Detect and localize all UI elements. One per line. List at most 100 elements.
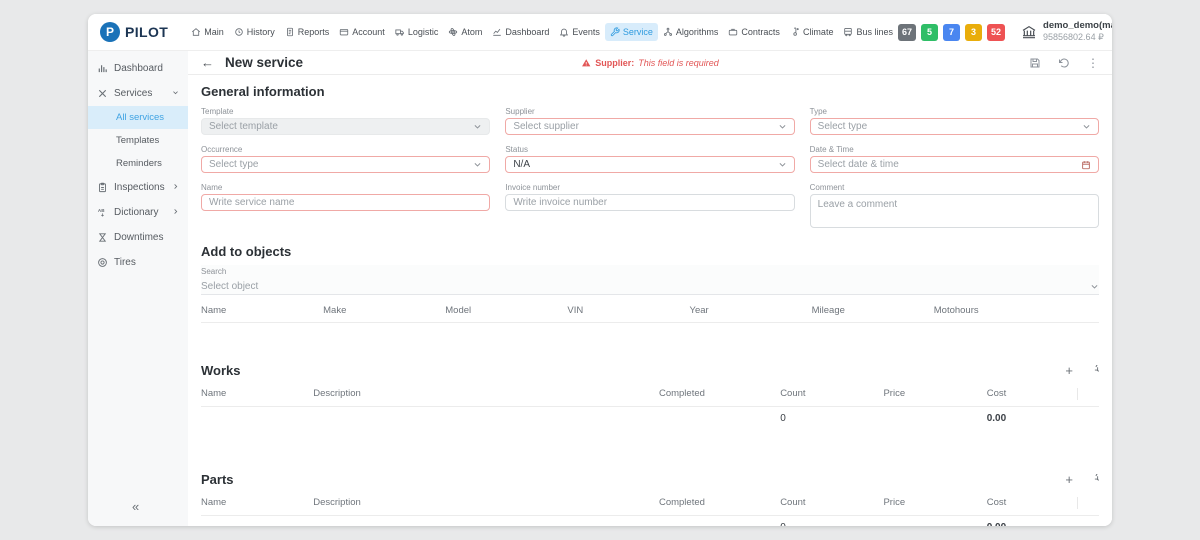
nav-item-account[interactable]: Account: [334, 23, 390, 41]
save-icon[interactable]: [1029, 57, 1041, 69]
add-work-button[interactable]: +: [1065, 364, 1073, 377]
placeholder: Select type: [209, 159, 258, 170]
nav-item-logistic[interactable]: Logistic: [390, 23, 444, 41]
chart-icon: [492, 27, 502, 37]
objects-table-header: Name Make Model VIN Year Mileage Motohou…: [201, 299, 1099, 323]
nav-label: Service: [623, 27, 653, 37]
badge-blue[interactable]: 7: [943, 24, 960, 41]
user-menu[interactable]: demo_demo(master) 95856802.64 ₽: [1021, 20, 1112, 43]
dictionary-icon: AB: [97, 207, 108, 218]
sidebar-item-reminders[interactable]: Reminders: [88, 152, 188, 175]
user-info: demo_demo(master) 95856802.64 ₽: [1043, 20, 1112, 43]
datetime-picker[interactable]: Select date & time: [810, 156, 1099, 173]
nav-item-history[interactable]: History: [229, 23, 280, 41]
works-table-header: Name Description Completed Count Price C…: [201, 382, 1099, 407]
user-name: demo_demo(master): [1043, 20, 1112, 32]
error-field-name: Supplier:: [595, 58, 634, 68]
nav-item-atom[interactable]: Atom: [443, 23, 487, 41]
nav-label: Reports: [298, 27, 330, 37]
chevron-down-icon: [1082, 122, 1091, 131]
field-label: Type: [810, 107, 1099, 116]
nav-item-bus-lines[interactable]: Bus lines: [838, 23, 898, 41]
nav-item-algorithms[interactable]: Algorithms: [658, 23, 724, 41]
field-occurrence: Occurrence Select type: [201, 145, 490, 173]
nav-item-events[interactable]: Events: [554, 23, 605, 41]
top-navbar: P PILOT Main History Reports Account: [88, 14, 1112, 51]
sidebar-item-tires[interactable]: Tires: [88, 250, 188, 275]
sidebar-collapse-button[interactable]: «: [88, 491, 188, 526]
nav-item-contracts[interactable]: Contracts: [723, 23, 785, 41]
wrench-icon: [610, 27, 620, 37]
sidebar-item-services[interactable]: Services: [88, 81, 188, 106]
works-total-cost: 0.00: [987, 413, 1077, 424]
selected-value: N/A: [513, 159, 530, 170]
bar-chart-icon: [97, 63, 108, 74]
sidebar-label: Inspections: [114, 182, 165, 193]
chevron-down-icon: [778, 160, 787, 169]
badge-gray[interactable]: 67: [898, 24, 916, 41]
tire-icon: [97, 257, 108, 268]
nav-item-dashboard[interactable]: Dashboard: [487, 23, 554, 41]
field-type: Type Select type: [810, 107, 1099, 135]
field-label: Invoice number: [505, 183, 794, 192]
sidebar-item-dictionary[interactable]: AB Dictionary: [88, 200, 188, 225]
comment-textarea[interactable]: Leave a comment: [810, 194, 1099, 228]
type-select[interactable]: Select type: [810, 118, 1099, 135]
template-select[interactable]: Select template: [201, 118, 490, 135]
badge-yellow[interactable]: 3: [965, 24, 982, 41]
column-header: Name: [201, 388, 313, 400]
bell-icon: [559, 27, 569, 37]
sitemap-icon: [663, 27, 673, 37]
placeholder: Select template: [209, 121, 278, 132]
sidebar-item-downtimes[interactable]: Downtimes: [88, 225, 188, 250]
chevron-down-icon: [473, 160, 482, 169]
nav-label: Events: [572, 27, 600, 37]
nav-label: Climate: [803, 27, 834, 37]
pilot-logo-icon: P: [100, 22, 120, 42]
refresh-icon[interactable]: [1088, 365, 1099, 376]
page-header: ← New service Supplier: This field is re…: [188, 51, 1112, 75]
app-body: Dashboard Services All services Template…: [88, 51, 1112, 526]
status-select[interactable]: N/A: [505, 156, 794, 173]
general-form: Template Select template Supplier Select…: [201, 107, 1099, 228]
sidebar-spacer: [88, 275, 188, 491]
sidebar-item-templates[interactable]: Templates: [88, 129, 188, 152]
sidebar-item-inspections[interactable]: Inspections: [88, 175, 188, 200]
pilot-logo[interactable]: P PILOT: [100, 22, 168, 42]
invoice-number-input[interactable]: Write invoice number: [505, 194, 794, 211]
add-part-button[interactable]: +: [1065, 473, 1073, 486]
section-title-parts: Parts: [201, 472, 234, 487]
more-menu-icon[interactable]: ⋮: [1087, 56, 1099, 70]
placeholder: Select date & time: [818, 159, 899, 170]
field-supplier: Supplier Select supplier: [505, 107, 794, 135]
object-search-select[interactable]: Select object: [201, 278, 1099, 295]
nav-item-main[interactable]: Main: [186, 23, 229, 41]
nav-label: Logistic: [408, 27, 439, 37]
user-balance: 95856802.64 ₽: [1043, 32, 1112, 43]
nav-item-reports[interactable]: Reports: [280, 23, 335, 41]
sidebar-label: Dashboard: [114, 63, 163, 74]
section-title-works: Works: [201, 363, 241, 378]
refresh-icon[interactable]: [1088, 474, 1099, 485]
nav-label: History: [247, 27, 275, 37]
supplier-select[interactable]: Select supplier: [505, 118, 794, 135]
back-arrow-icon[interactable]: ←: [201, 56, 214, 69]
card-icon: [339, 27, 349, 37]
column-header: Price: [883, 388, 986, 400]
sidebar-item-dashboard[interactable]: Dashboard: [88, 56, 188, 81]
column-header: Description: [313, 497, 659, 509]
app-window: P PILOT Main History Reports Account: [88, 14, 1112, 526]
works-section-head: Works +: [201, 363, 1099, 378]
badge-green[interactable]: 5: [921, 24, 938, 41]
service-name-input[interactable]: Write service name: [201, 194, 490, 211]
column-header: Name: [201, 305, 323, 316]
sidebar-item-all-services[interactable]: All services: [88, 106, 188, 129]
undo-icon[interactable]: [1058, 57, 1070, 69]
field-label: Comment: [810, 183, 1099, 192]
badge-red[interactable]: 52: [987, 24, 1005, 41]
placeholder: Leave a comment: [818, 199, 898, 210]
occurrence-select[interactable]: Select type: [201, 156, 490, 173]
nav-item-climate[interactable]: Climate: [785, 23, 839, 41]
thermometer-icon: [790, 27, 800, 37]
nav-item-service[interactable]: Service: [605, 23, 658, 41]
